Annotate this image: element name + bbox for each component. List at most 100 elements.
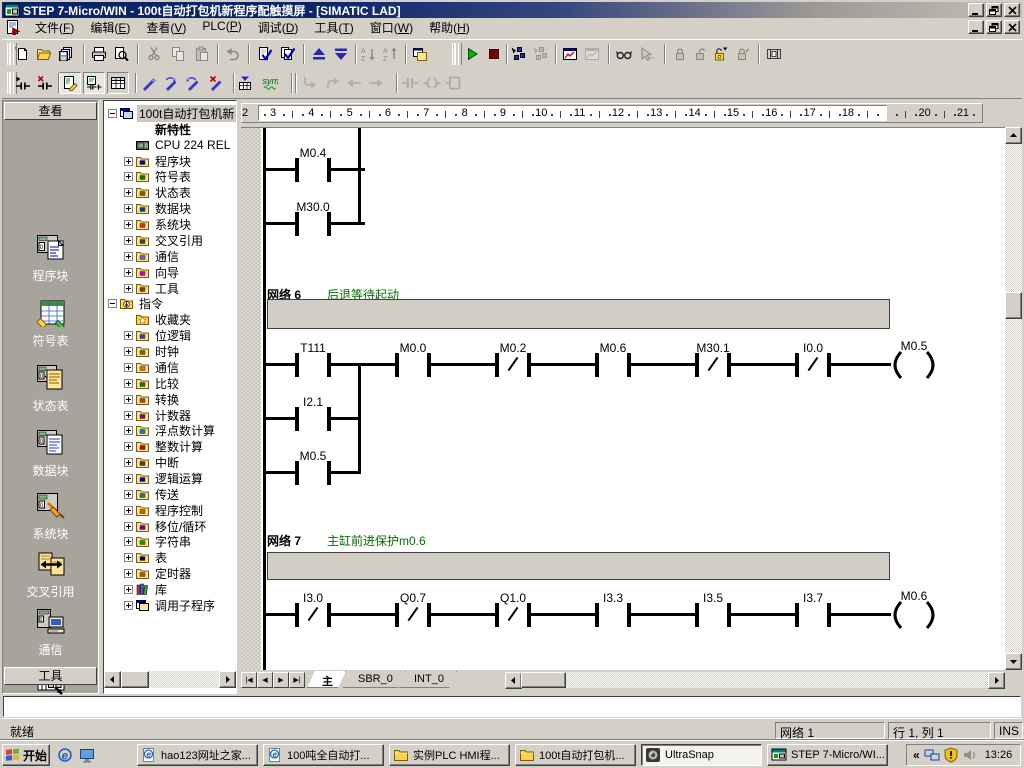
toolbar-button-save-all[interactable] bbox=[55, 43, 77, 65]
toolbar-button-undo[interactable] bbox=[221, 43, 243, 65]
tray-security-shield-icon[interactable] bbox=[943, 747, 959, 763]
viewbar-item-symbol-table[interactable]: 符号表 bbox=[3, 299, 98, 349]
tree-item[interactable]: 移位/循环 bbox=[124, 519, 208, 534]
viewbar-item-cross-reference[interactable]: 交叉引用 bbox=[3, 550, 98, 600]
tree-item[interactable]: 指令 bbox=[108, 296, 165, 311]
plus-box[interactable] bbox=[124, 411, 133, 420]
plus-box[interactable] bbox=[124, 458, 133, 467]
toolbar-button-symbol-table-toggle[interactable] bbox=[234, 72, 256, 94]
contact-leg[interactable] bbox=[427, 353, 431, 377]
plus-box[interactable] bbox=[124, 172, 133, 181]
contact-leg[interactable] bbox=[795, 603, 799, 627]
task-button[interactable]: ehao123网址之家... bbox=[137, 744, 258, 766]
tree-item[interactable]: 库 bbox=[124, 582, 169, 597]
contact-leg[interactable] bbox=[595, 353, 599, 377]
tree-item[interactable]: 收藏夹 bbox=[124, 312, 193, 327]
plus-box[interactable] bbox=[124, 188, 133, 197]
program-tab-INT_0[interactable]: INT_0 bbox=[399, 671, 457, 688]
tree-item[interactable]: 转换 bbox=[124, 392, 181, 407]
toolbar-button-sort-descending[interactable]: AZ bbox=[380, 43, 402, 65]
contact-leg[interactable] bbox=[627, 353, 631, 377]
task-button[interactable]: 100t自动打包机... bbox=[515, 744, 636, 766]
minus-box[interactable] bbox=[108, 299, 117, 308]
toolbar-button-force-hand[interactable] bbox=[637, 43, 659, 65]
plus-box[interactable] bbox=[124, 220, 133, 229]
contact-leg[interactable] bbox=[295, 603, 299, 627]
toolbar-button-insert-box[interactable] bbox=[443, 72, 465, 94]
plus-box[interactable] bbox=[124, 442, 133, 451]
tree-item[interactable]: 浮点数计算 bbox=[124, 423, 217, 438]
toolbar-button-edit-line-curve2[interactable] bbox=[183, 72, 205, 94]
tab-prev[interactable]: ◀ bbox=[257, 672, 273, 688]
tree-item[interactable]: 位逻辑 bbox=[124, 328, 193, 343]
ladder-coil[interactable] bbox=[888, 601, 940, 633]
tree-item[interactable]: 比较 bbox=[124, 376, 181, 391]
ladder-coil[interactable] bbox=[888, 351, 940, 383]
toolbar-button-status-chart-pause[interactable] bbox=[581, 43, 603, 65]
contact-leg[interactable] bbox=[727, 353, 731, 377]
toolbar-button-insert-contact[interactable] bbox=[399, 72, 421, 94]
toolbar-button-branch-up[interactable] bbox=[321, 72, 343, 94]
quicklaunch-internet-explorer[interactable]: e bbox=[57, 747, 73, 763]
start-button[interactable]: 开始 bbox=[2, 744, 50, 766]
tree-scrollbar[interactable] bbox=[104, 671, 236, 688]
plus-box[interactable] bbox=[124, 379, 133, 388]
toolbar-button-paste[interactable] bbox=[191, 43, 213, 65]
contact-leg[interactable] bbox=[827, 603, 831, 627]
toolbar-button-download[interactable] bbox=[330, 43, 352, 65]
tree-item[interactable]: 调用子程序 bbox=[124, 598, 217, 613]
plus-box[interactable] bbox=[124, 331, 133, 340]
toolbar-button-contact-insert[interactable] bbox=[12, 72, 34, 94]
contact-leg[interactable] bbox=[295, 407, 299, 431]
toolbar-button-view-table[interactable] bbox=[107, 72, 129, 94]
toolbar-button-print[interactable] bbox=[88, 43, 110, 65]
plus-box[interactable] bbox=[124, 426, 133, 435]
plus-box[interactable] bbox=[124, 157, 133, 166]
contact-leg[interactable] bbox=[327, 353, 331, 377]
network-comment-box[interactable] bbox=[267, 552, 890, 580]
child-close-button[interactable] bbox=[1004, 20, 1020, 34]
contact-leg[interactable] bbox=[527, 353, 531, 377]
plus-box[interactable] bbox=[124, 236, 133, 245]
menu-P[interactable]: PLC(P) bbox=[194, 17, 249, 38]
contact-leg[interactable] bbox=[795, 353, 799, 377]
plus-box[interactable] bbox=[124, 395, 133, 404]
contact-leg[interactable] bbox=[395, 353, 399, 377]
tree-item[interactable]: 程序控制 bbox=[124, 503, 205, 518]
vertical-scrollbar[interactable] bbox=[1005, 127, 1022, 670]
toolbar-button-contact-delete[interactable] bbox=[34, 72, 56, 94]
toolbar-button-run[interactable] bbox=[461, 43, 483, 65]
toolbar-button-unlock[interactable] bbox=[689, 43, 711, 65]
toolbar-button-compile[interactable] bbox=[254, 43, 276, 65]
network-comment-box[interactable] bbox=[267, 299, 890, 329]
contact-leg[interactable] bbox=[395, 603, 399, 627]
toolbar-button-program-status-pause[interactable] bbox=[529, 43, 551, 65]
ladder-scroll-left[interactable] bbox=[505, 672, 522, 689]
toolbar-button-edit-line-delete[interactable] bbox=[206, 72, 228, 94]
toolbar-button-branch-down[interactable] bbox=[298, 72, 320, 94]
minimize-button[interactable] bbox=[968, 3, 984, 17]
contact-leg[interactable] bbox=[427, 603, 431, 627]
toolbar-button-options[interactable] bbox=[409, 43, 431, 65]
toolbar-button-edit-line-curve1[interactable] bbox=[161, 72, 183, 94]
quicklaunch-desktop[interactable] bbox=[79, 747, 95, 763]
menu-T[interactable]: 工具(T) bbox=[306, 17, 361, 38]
menu-F[interactable]: 文件(F) bbox=[27, 17, 82, 38]
tree-item[interactable]: 通信 bbox=[124, 249, 181, 264]
tab-first[interactable]: |◀ bbox=[241, 672, 257, 688]
child-restore-button[interactable] bbox=[986, 20, 1002, 34]
viewbar-item-program-block[interactable]: 0程序块 bbox=[3, 234, 98, 284]
contact-leg[interactable] bbox=[295, 158, 299, 182]
contact-leg[interactable] bbox=[295, 353, 299, 377]
contact-leg[interactable] bbox=[295, 212, 299, 236]
menu-V[interactable]: 查看(V) bbox=[138, 17, 194, 38]
plus-box[interactable] bbox=[124, 363, 133, 372]
tree-item[interactable]: 中断 bbox=[124, 455, 181, 470]
toolbar-button-lock[interactable] bbox=[669, 43, 691, 65]
tree-item[interactable]: 数据块 bbox=[124, 201, 193, 216]
tree-scroll-left[interactable] bbox=[104, 671, 121, 688]
tree-item[interactable]: 系统块 bbox=[124, 217, 193, 232]
contact-leg[interactable] bbox=[695, 603, 699, 627]
toolbar-button-lock-partial[interactable] bbox=[709, 43, 731, 65]
viewbar-item-data-block[interactable]: 0数据块 bbox=[3, 429, 98, 479]
